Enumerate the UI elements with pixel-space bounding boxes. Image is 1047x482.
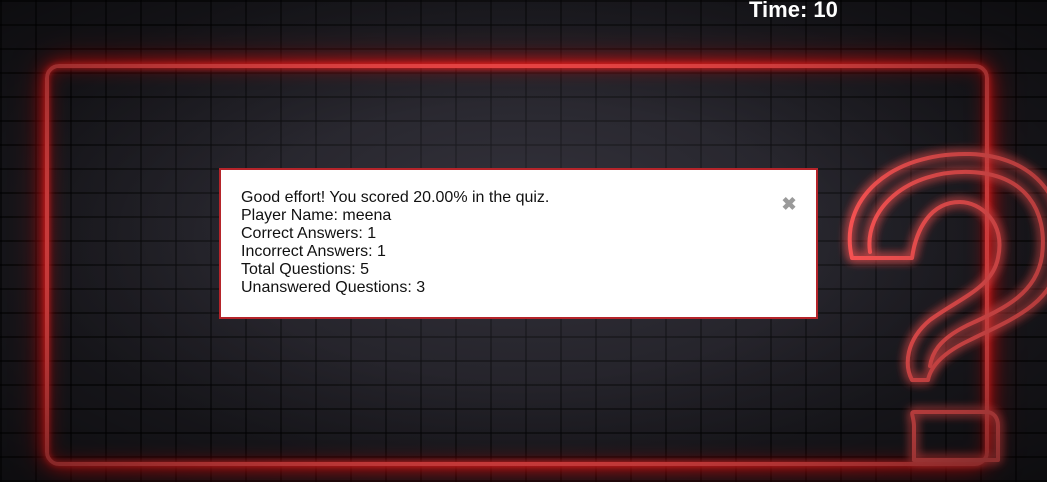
close-icon[interactable]: ✖ bbox=[781, 195, 797, 213]
player-name: Player Name: meena bbox=[241, 207, 392, 224]
quiz-result-modal: Good effort! You scored 20.00% in the qu… bbox=[219, 168, 818, 319]
quiz-background: Time: 10 Good effort! You scored 20.00% … bbox=[0, 0, 1047, 482]
total-questions: Total Questions: 5 bbox=[241, 261, 370, 278]
correct-answers: Correct Answers: 1 bbox=[241, 225, 377, 242]
neon-question-mark-icon bbox=[847, 151, 1047, 462]
incorrect-answers: Incorrect Answers: 1 bbox=[241, 243, 386, 260]
timer-label: Time: 10 bbox=[749, 0, 838, 22]
timer-display: Time: 10 bbox=[749, 0, 838, 22]
unanswered-questions: Unanswered Questions: 3 bbox=[241, 279, 426, 296]
score-message: Good effort! You scored 20.00% in the qu… bbox=[241, 189, 550, 206]
